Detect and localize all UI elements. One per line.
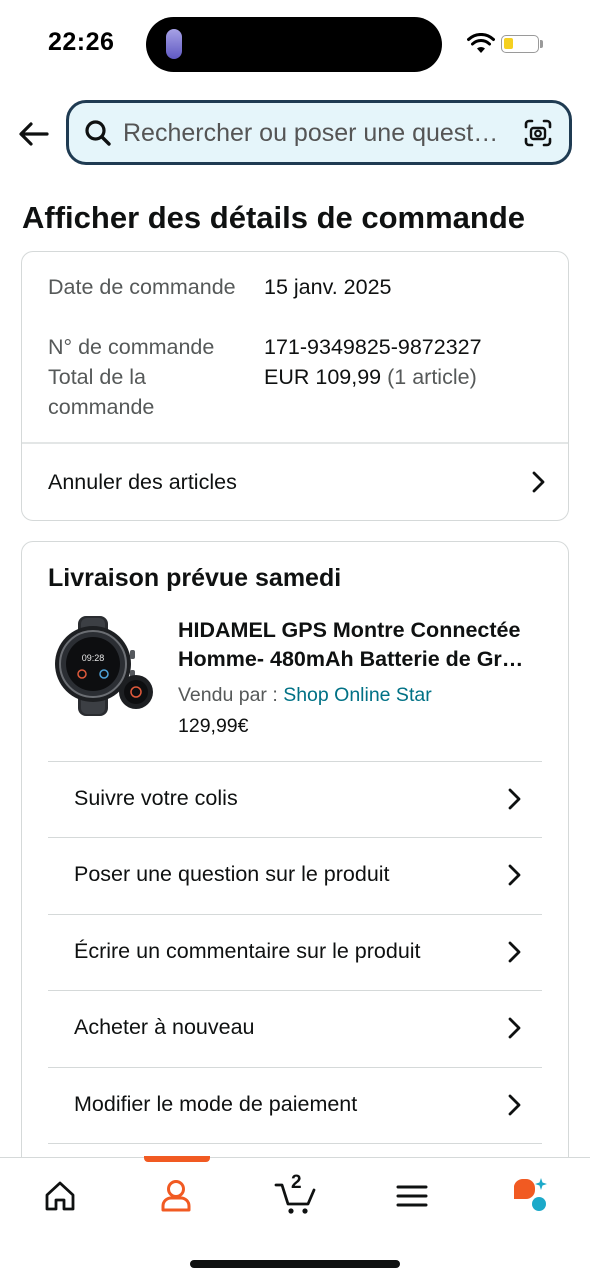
battery-icon (501, 35, 539, 53)
track-package-row[interactable]: Suivre votre colis (48, 761, 542, 837)
page-title: Afficher des détails de commande (22, 200, 526, 235)
cancel-items-row[interactable]: Annuler des articles (48, 443, 548, 521)
buy-again-row[interactable]: Acheter à nouveau (48, 990, 542, 1066)
order-date-value: 15 janv. 2025 (264, 275, 392, 299)
menu-icon[interactable] (392, 1176, 432, 1216)
chevron-right-icon (508, 941, 521, 963)
smartwatch-product-image[interactable]: 09:28 (48, 614, 154, 718)
order-total-amount: EUR 109,99 (264, 365, 382, 389)
flashlight-indicator-icon (166, 29, 182, 59)
status-time: 22:26 (48, 28, 115, 56)
cancel-items-label: Annuler des articles (48, 469, 237, 494)
search-input[interactable] (123, 117, 515, 149)
buy-again-label: Acheter à nouveau (74, 1015, 255, 1039)
delivery-card: Livraison prévue samedi 09:28 HIDAMEL GP… (21, 541, 569, 1181)
order-summary-card: Date de commande 15 janv. 2025 N° de com… (21, 251, 569, 521)
nav-active-indicator (144, 1156, 210, 1162)
change-payment-method-label: Modifier le mode de paiement (74, 1092, 358, 1116)
camera-scan-icon[interactable] (523, 118, 553, 148)
track-package-label: Suivre votre colis (74, 786, 238, 810)
sold-by-label: Vendu par (178, 684, 267, 706)
seller-separator: : (266, 684, 284, 706)
order-item-count: (1 article) (387, 365, 477, 389)
chevron-right-icon (532, 471, 545, 493)
product-title[interactable]: HIDAMEL GPS Montre Connectée Homme- 480m… (178, 616, 548, 674)
search-bar[interactable] (66, 100, 572, 165)
home-indicator (190, 1260, 400, 1268)
order-number-label: N° de commande (48, 335, 215, 359)
order-total-label: Total de la commande (48, 365, 155, 419)
seller-link[interactable]: Shop Online Star (283, 684, 432, 706)
wifi-icon (467, 33, 495, 53)
dynamic-island (146, 17, 442, 72)
user-icon[interactable] (156, 1176, 196, 1216)
ask-product-question-row[interactable]: Poser une question sur le produit (48, 837, 542, 913)
seller-info: Vendu par : Shop Online Star (178, 684, 432, 707)
chevron-right-icon (508, 864, 521, 886)
delivery-title: Livraison prévue samedi (48, 564, 342, 592)
battery-level (504, 38, 513, 49)
write-review-label: Écrire un commentaire sur le produit (74, 939, 421, 963)
ask-product-question-label: Poser une question sur le produit (74, 862, 390, 886)
product-title-line: Homme- 480mAh Batterie de Gr… (178, 647, 524, 671)
order-number-value: 171-9349825-9872327 (264, 335, 482, 359)
change-payment-method-row[interactable]: Modifier le mode de paiement (48, 1067, 542, 1143)
back-arrow-icon[interactable] (16, 116, 52, 152)
chat-assistant-icon[interactable] (510, 1176, 550, 1216)
cart-count-badge: 2 (291, 1172, 302, 1193)
order-date-label: Date de commande (48, 275, 236, 299)
order-total-value: EUR 109,99 (1 article) (264, 362, 477, 392)
svg-text:09:28: 09:28 (82, 653, 105, 663)
home-icon[interactable] (40, 1176, 80, 1216)
search-icon (85, 120, 111, 146)
product-price: 129,99€ (178, 715, 249, 737)
write-review-row[interactable]: Écrire un commentaire sur le produit (48, 914, 542, 990)
chevron-right-icon (508, 1017, 521, 1039)
product-title-line: HIDAMEL GPS Montre Connectée (178, 618, 521, 642)
battery-cap (540, 40, 543, 48)
chevron-right-icon (508, 788, 521, 810)
status-bar: 22:26 (0, 0, 590, 90)
chevron-right-icon (508, 1094, 521, 1116)
